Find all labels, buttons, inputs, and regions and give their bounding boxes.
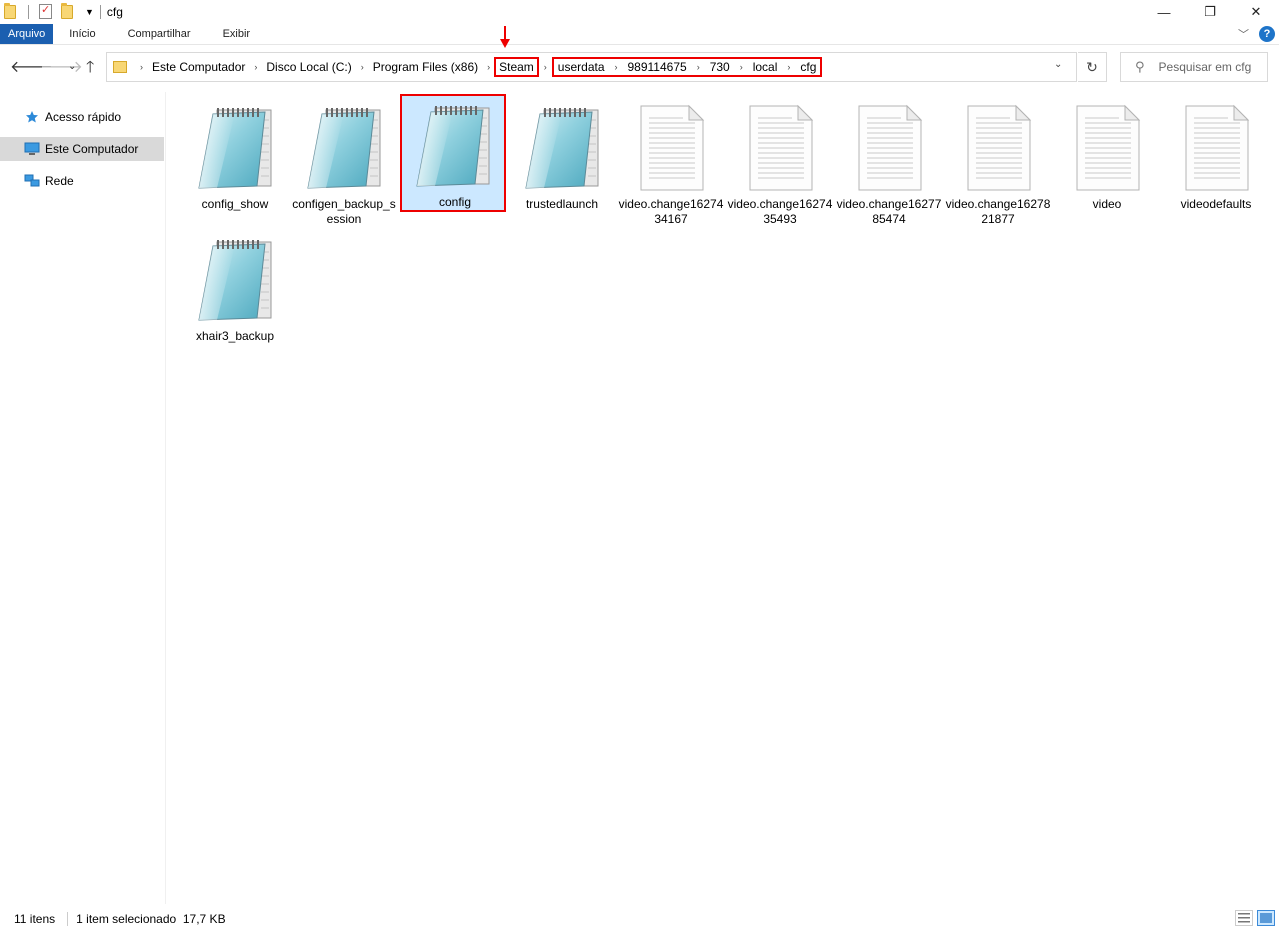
file-item-videodefaults[interactable]: videodefaults	[1163, 96, 1269, 214]
document-file-icon	[958, 104, 1038, 192]
annotation-arrow-icon	[500, 26, 510, 48]
help-icon[interactable]: ?	[1259, 26, 1275, 42]
selection-info: 1 item selecionado 17,7 KB	[76, 912, 226, 926]
navigation-pane: Acesso rápido Este Computador Rede	[0, 92, 166, 904]
file-name: configen_backup_session	[292, 197, 396, 226]
file-list: config_show configen_backup_session conf…	[167, 92, 1279, 904]
path-highlight-box: userdata › 989114675 › 730 › local › cfg	[551, 57, 823, 77]
restore-button[interactable]: ❐	[1187, 0, 1233, 24]
sidebar-item-label: Rede	[45, 174, 74, 188]
document-file-icon	[849, 104, 929, 192]
file-name: config_show	[201, 197, 269, 211]
notepad-file-icon	[413, 102, 493, 190]
search-input[interactable]: ⚲ Pesquisar em cfg	[1120, 52, 1268, 82]
file-name: trustedlaunch	[525, 197, 599, 211]
file-name: video.change1627785474	[836, 197, 942, 226]
document-file-icon	[631, 104, 711, 192]
address-bar[interactable]: › Este Computador › Disco Local (C:) › Prog…	[106, 52, 1077, 82]
star-icon	[24, 109, 40, 125]
file-item-video-change-1[interactable]: video.change1627434167	[618, 96, 724, 226]
notepad-file-icon	[195, 236, 275, 324]
file-item-config[interactable]: config	[400, 94, 506, 212]
file-item-video-change-4[interactable]: video.change1627821877	[945, 96, 1051, 226]
refresh-button[interactable]: ↻	[1078, 52, 1107, 82]
search-placeholder: Pesquisar em cfg	[1158, 60, 1252, 74]
breadcrumb-program-files[interactable]: Program Files (x86)	[373, 60, 478, 74]
file-item-config-show[interactable]: config_show	[182, 96, 288, 214]
breadcrumb-este-computador[interactable]: Este Computador	[152, 60, 245, 74]
folder-icon	[4, 3, 20, 21]
details-view-icon[interactable]	[1235, 910, 1253, 926]
file-item-video-change-2[interactable]: video.change1627435493	[727, 96, 833, 226]
breadcrumb-steam[interactable]: Steam	[499, 60, 534, 74]
address-dropdown-icon[interactable]: ⌄	[1054, 59, 1062, 70]
sidebar-item-rede[interactable]: Rede	[0, 169, 164, 193]
breadcrumb-user-id[interactable]: 989114675	[628, 60, 687, 74]
window-title: cfg	[106, 5, 123, 19]
breadcrumb-userdata[interactable]: userdata	[558, 60, 605, 74]
file-item-video[interactable]: video	[1054, 96, 1160, 214]
document-file-icon	[1067, 104, 1147, 192]
file-name: video	[1092, 197, 1122, 211]
close-button[interactable]: ✕	[1233, 0, 1279, 24]
expand-ribbon-icon[interactable]: ﹀	[1238, 26, 1249, 42]
network-icon	[24, 173, 40, 189]
breadcrumb-local[interactable]: local	[753, 60, 778, 74]
sidebar-item-label: Acesso rápido	[45, 110, 122, 124]
forward-button[interactable]: 🡒	[40, 56, 83, 77]
large-icons-view-icon[interactable]	[1257, 910, 1275, 926]
new-folder-icon[interactable]	[61, 3, 77, 21]
item-count: 11 itens	[14, 912, 56, 926]
status-bar: 11 itens 1 item selecionado 17,7 KB	[0, 906, 1279, 932]
document-file-icon	[740, 104, 820, 192]
file-name: xhair3_backup	[195, 329, 275, 343]
steam-highlight-box: Steam	[494, 57, 539, 77]
tab-arquivo[interactable]: Arquivo	[0, 24, 54, 44]
recent-locations-dropdown[interactable]: ⌄	[68, 61, 76, 72]
notepad-file-icon	[522, 104, 602, 192]
title-bar: ▼ cfg — ❐ ✕	[0, 0, 1279, 24]
breadcrumb-cfg[interactable]: cfg	[800, 60, 816, 74]
computer-icon	[24, 141, 40, 157]
tab-inicio[interactable]: Início	[53, 24, 111, 44]
document-file-icon	[1176, 104, 1256, 192]
properties-icon[interactable]	[39, 3, 55, 20]
breadcrumb-730[interactable]: 730	[710, 60, 730, 74]
ribbon-tabs: Arquivo Início Compartilhar Exibir ﹀ ?	[0, 24, 1279, 45]
sidebar-item-acesso-rapido[interactable]: Acesso rápido	[0, 105, 164, 129]
tab-exibir[interactable]: Exibir	[207, 24, 267, 44]
file-name: video.change1627435493	[727, 197, 833, 226]
file-name: config	[438, 195, 472, 209]
minimize-button[interactable]: —	[1141, 0, 1187, 24]
file-name: video.change1627434167	[618, 197, 724, 226]
quick-access-toolbar: ▼ cfg	[0, 0, 123, 24]
notepad-file-icon	[195, 104, 275, 192]
file-name: videodefaults	[1180, 197, 1252, 211]
file-item-configen-backup-session[interactable]: configen_backup_session	[291, 96, 397, 226]
file-item-xhair3-backup[interactable]: xhair3_backup	[182, 228, 288, 346]
folder-icon	[113, 61, 127, 73]
file-item-trustedlaunch[interactable]: trustedlaunch	[509, 96, 615, 214]
up-button[interactable]: 🡑	[86, 56, 94, 83]
sidebar-item-este-computador[interactable]: Este Computador	[0, 137, 164, 161]
sidebar-item-label: Este Computador	[45, 142, 139, 156]
search-icon: ⚲	[1135, 59, 1145, 74]
customize-toolbar-dropdown-icon[interactable]: ▼	[85, 7, 94, 17]
file-name: video.change1627821877	[945, 197, 1051, 226]
tab-compartilhar[interactable]: Compartilhar	[112, 24, 207, 44]
breadcrumb-disco-local[interactable]: Disco Local (C:)	[266, 60, 351, 74]
file-item-video-change-3[interactable]: video.change1627785474	[836, 96, 942, 226]
notepad-file-icon	[304, 104, 384, 192]
